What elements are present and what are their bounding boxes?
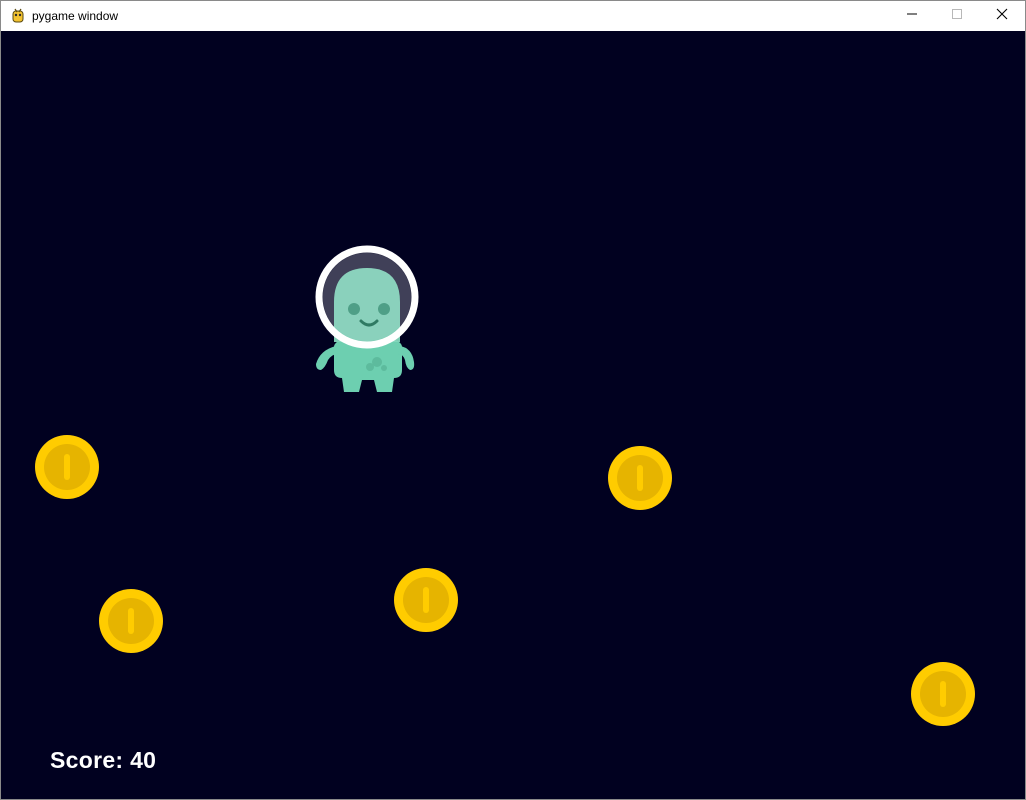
maximize-button[interactable] [934,1,980,31]
coin [607,445,673,511]
coin [34,434,100,500]
score-label: Score: 40 [50,747,157,773]
coin [98,588,164,654]
window-title: pygame window [32,9,119,23]
close-button[interactable] [979,1,1025,31]
player-alien [312,242,424,394]
minimize-button[interactable] [889,1,935,31]
close-icon [996,7,1008,25]
game-canvas[interactable]: Score: 40 [1,31,1025,799]
app-window: pygame window Score: 40 [0,0,1026,800]
minimize-icon [906,7,918,25]
coin [393,567,459,633]
pygame-snake-icon [10,8,26,24]
maximize-icon [951,7,963,25]
title-bar[interactable]: pygame window [1,1,1025,31]
coin [910,661,976,727]
